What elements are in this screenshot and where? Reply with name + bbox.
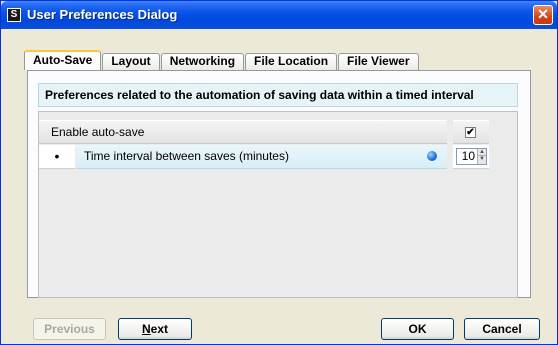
- close-button[interactable]: ✕: [533, 5, 553, 25]
- spin-up-icon[interactable]: ▲: [477, 149, 486, 156]
- setting-value-cell: 10 ▲ ▼: [453, 145, 489, 169]
- ok-button[interactable]: OK: [381, 318, 454, 340]
- close-icon: ✕: [537, 6, 549, 22]
- checkmark-icon: ✔: [466, 127, 475, 138]
- previous-button[interactable]: Previous: [33, 318, 106, 340]
- title-bar[interactable]: S User Preferences Dialog ✕: [1, 1, 557, 29]
- next-mnemonic: N: [141, 322, 151, 336]
- tab-networking[interactable]: Networking: [160, 53, 245, 70]
- enable-auto-save-checkbox[interactable]: ✔: [465, 127, 476, 138]
- setting-label-enable-auto-save: Enable auto-save: [39, 120, 447, 144]
- settings-table: Enable auto-save ✔ • Time interval betwe…: [38, 111, 518, 298]
- spinner-value[interactable]: 10: [462, 149, 475, 164]
- auto-save-panel: Preferences related to the automation of…: [27, 70, 531, 298]
- dialog-body: Auto-Save Layout Networking File Locatio…: [4, 29, 554, 342]
- tab-strip: Auto-Save Layout Networking File Locatio…: [24, 50, 420, 70]
- time-interval-label: Time interval between saves (minutes): [84, 149, 289, 163]
- tab-auto-save[interactable]: Auto-Save: [24, 50, 102, 70]
- user-preferences-dialog: S User Preferences Dialog ✕ Auto-Save La…: [0, 0, 558, 345]
- tab-file-viewer[interactable]: File Viewer: [338, 53, 419, 70]
- panel-description: Preferences related to the automation of…: [38, 83, 518, 107]
- info-dot-icon: [427, 151, 437, 161]
- setting-label-time-interval: Time interval between saves (minutes): [76, 145, 447, 169]
- setting-row-time-interval: • Time interval between saves (minutes) …: [39, 145, 517, 169]
- cancel-button[interactable]: Cancel: [464, 318, 540, 340]
- bullet-icon: •: [39, 145, 75, 169]
- window-title: User Preferences Dialog: [27, 7, 178, 22]
- setting-row-enable-auto-save: Enable auto-save ✔: [39, 120, 517, 144]
- time-interval-spinner[interactable]: 10 ▲ ▼: [456, 148, 487, 165]
- next-label-rest: ext: [150, 322, 168, 336]
- spin-down-icon[interactable]: ▼: [477, 156, 486, 164]
- tab-file-location[interactable]: File Location: [245, 53, 338, 70]
- next-button[interactable]: Next: [118, 318, 192, 340]
- app-icon: S: [7, 8, 21, 22]
- setting-value-cell: ✔: [453, 120, 489, 144]
- tab-layout[interactable]: Layout: [102, 53, 160, 70]
